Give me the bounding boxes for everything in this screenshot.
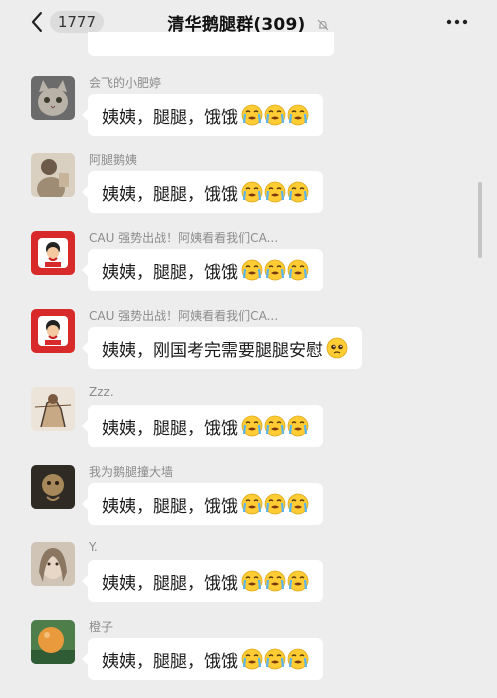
- sob-face-icon: [241, 415, 263, 437]
- sob-face-icon: [264, 648, 286, 670]
- sob-face-icon: [241, 570, 263, 592]
- message-bubble[interactable]: 姨姨，腿腿，饿饿: [82, 249, 323, 291]
- avatar[interactable]: [31, 231, 75, 275]
- emoji-group: [325, 337, 348, 359]
- sender-name: 会飞的小肥婷: [89, 76, 162, 90]
- mute-bell-icon: [317, 19, 328, 31]
- more-icon[interactable]: [445, 12, 469, 32]
- avatar[interactable]: [31, 465, 75, 509]
- message-item: Y. 姨姨，腿腿，饿饿: [0, 540, 497, 620]
- avatar[interactable]: [31, 542, 75, 586]
- message-text: 姨姨，腿腿，饿饿: [102, 262, 238, 283]
- sender-name: 橙子: [89, 620, 114, 634]
- sob-face-icon: [241, 648, 263, 670]
- avatar[interactable]: [31, 153, 75, 197]
- sob-face-icon: [287, 104, 309, 126]
- emoji-group: [240, 415, 309, 437]
- sender-name: 我为鹅腿撞大墙: [89, 465, 174, 479]
- partial-message-bubble: [88, 32, 334, 56]
- message-item: 阿腿鹅姨姨姨，腿腿，饿饿: [0, 153, 497, 231]
- avatar[interactable]: [31, 309, 75, 353]
- sob-face-icon: [287, 181, 309, 203]
- sob-face-icon: [287, 415, 309, 437]
- sob-face-icon: [241, 259, 263, 281]
- message-text: 姨姨，腿腿，饿饿: [102, 107, 238, 128]
- message-bubble[interactable]: 姨姨，刚国考完需要腿腿安慰: [82, 327, 362, 369]
- sob-face-icon: [264, 259, 286, 281]
- message-bubble[interactable]: 姨姨，腿腿，饿饿: [82, 171, 323, 213]
- emoji-group: [240, 493, 309, 515]
- sob-face-icon: [264, 415, 286, 437]
- sob-face-icon: [264, 493, 286, 515]
- emoji-group: [240, 181, 309, 203]
- message-bubble[interactable]: 姨姨，腿腿，饿饿: [82, 483, 323, 525]
- message-item: Zzz. 姨姨，腿腿，饿饿: [0, 385, 497, 465]
- sob-face-icon: [241, 104, 263, 126]
- sob-face-icon: [287, 570, 309, 592]
- message-item: 会飞的小肥婷姨姨，腿腿，饿饿: [0, 76, 497, 154]
- message-item: 我为鹅腿撞大墙姨姨，腿腿，饿饿: [0, 465, 497, 543]
- message-text: 姨姨，腿腿，饿饿: [102, 573, 238, 594]
- message-text: 姨姨，腿腿，饿饿: [102, 184, 238, 205]
- sender-name: 阿腿鹅姨: [89, 153, 138, 167]
- sob-face-icon: [241, 493, 263, 515]
- pleading-face-icon: [326, 337, 348, 359]
- sob-face-icon: [287, 648, 309, 670]
- message-text: 姨姨，腿腿，饿饿: [102, 496, 238, 517]
- sender-name: CAU 强势出战！阿姨看看我们CA...: [89, 309, 279, 323]
- sob-face-icon: [264, 181, 286, 203]
- sender-name: Y.: [89, 540, 98, 554]
- sob-face-icon: [287, 493, 309, 515]
- emoji-group: [240, 104, 309, 126]
- message-bubble[interactable]: 姨姨，腿腿，饿饿: [82, 94, 323, 136]
- message-text: 姨姨，刚国考完需要腿腿安慰: [102, 340, 323, 361]
- sob-face-icon: [264, 104, 286, 126]
- message-bubble[interactable]: 姨姨，腿腿，饿饿: [82, 560, 323, 602]
- avatar[interactable]: [31, 76, 75, 120]
- sender-name: Zzz.: [89, 385, 114, 399]
- sob-face-icon: [241, 181, 263, 203]
- emoji-group: [240, 259, 309, 281]
- emoji-group: [240, 648, 309, 670]
- avatar[interactable]: [31, 387, 75, 431]
- message-item: 橙子姨姨，腿腿，饿饿: [0, 620, 497, 698]
- message-item: CAU 强势出战！阿姨看看我们CA... 姨姨，腿腿，饿饿: [0, 231, 497, 309]
- message-text: 姨姨，腿腿，饿饿: [102, 418, 238, 439]
- sob-face-icon: [287, 259, 309, 281]
- message-bubble[interactable]: 姨姨，腿腿，饿饿: [82, 638, 323, 680]
- sob-face-icon: [264, 570, 286, 592]
- avatar[interactable]: [31, 620, 75, 664]
- message-item: CAU 强势出战！阿姨看看我们CA... 姨姨，刚国考完需要腿腿安慰: [0, 309, 497, 387]
- message-text: 姨姨，腿腿，饿饿: [102, 651, 238, 672]
- message-bubble[interactable]: 姨姨，腿腿，饿饿: [82, 405, 323, 447]
- sender-name: CAU 强势出战！阿姨看看我们CA...: [89, 231, 279, 245]
- emoji-group: [240, 570, 309, 592]
